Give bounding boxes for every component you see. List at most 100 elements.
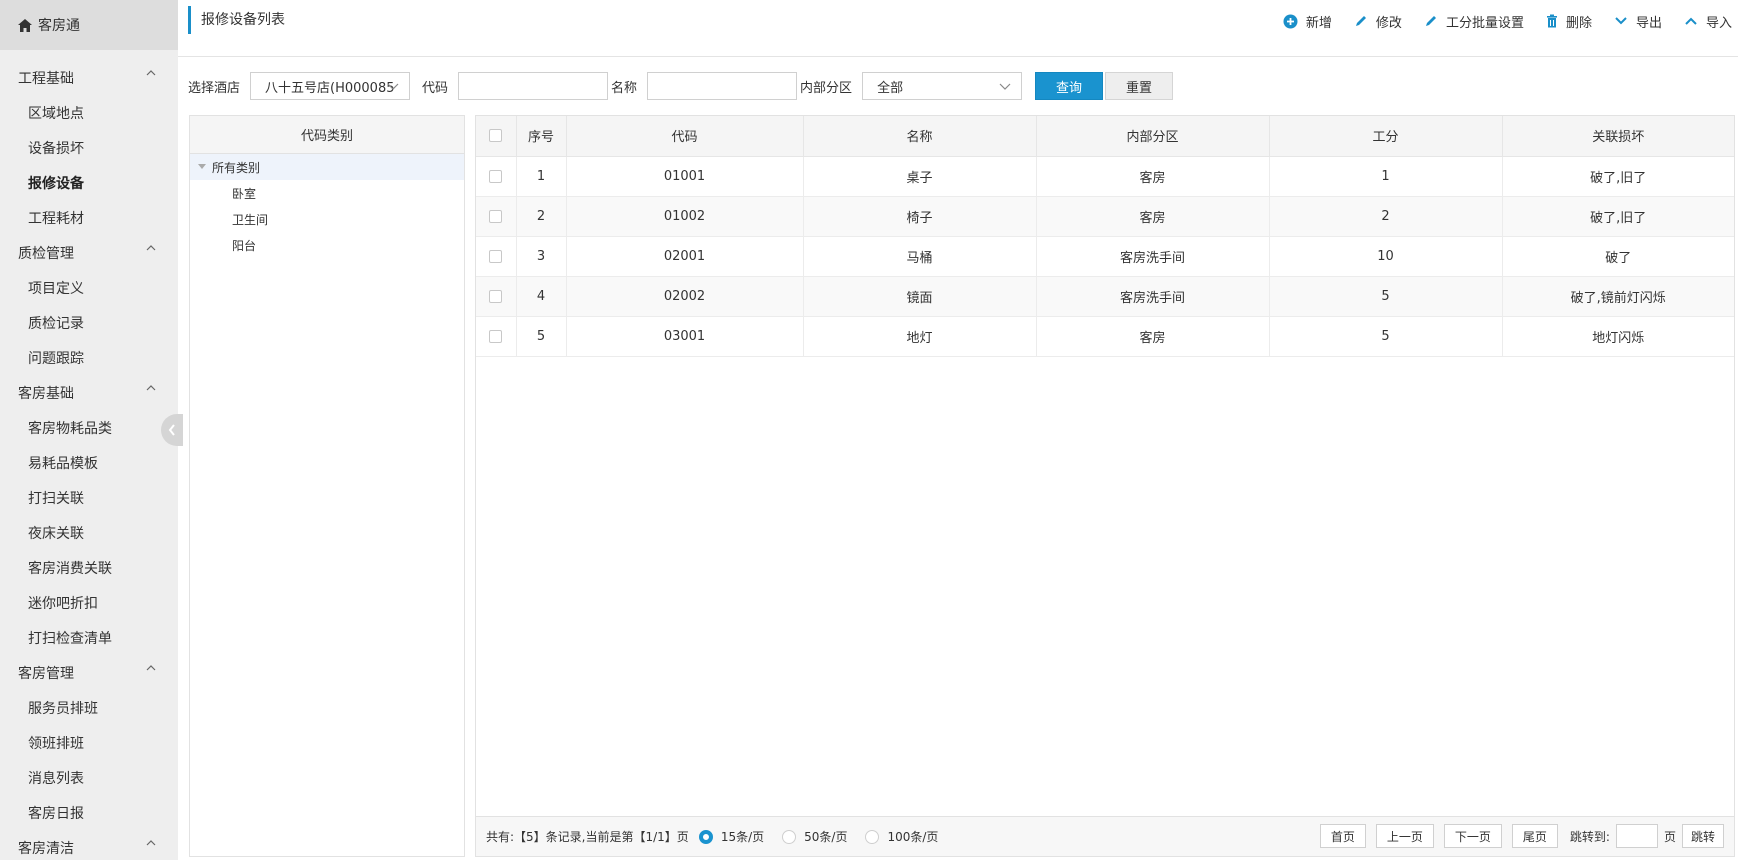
- column-header[interactable]: 工分: [1268, 116, 1503, 157]
- batch-points-button[interactable]: 工分批量设置: [1424, 10, 1524, 32]
- column-header[interactable]: 名称: [802, 116, 1037, 157]
- sidebar-group-room-basics[interactable]: 客房基础: [0, 375, 178, 410]
- export-button[interactable]: 导出: [1614, 10, 1662, 32]
- sidebar-item-repair-equipment[interactable]: 报修设备: [0, 165, 178, 200]
- tree-node-balcony[interactable]: 阳台: [190, 232, 464, 258]
- sidebar-item-supervisor-schedule[interactable]: 领班排班: [0, 725, 178, 760]
- name-label: 名称: [611, 80, 638, 96]
- table-row[interactable]: 5 03001 地灯 客房 5 地灯闪烁: [476, 315, 1734, 357]
- sidebar-item-quality-records[interactable]: 质检记录: [0, 305, 178, 340]
- page-size-radio-15[interactable]: [698, 829, 713, 844]
- select-all-checkbox[interactable]: [489, 129, 503, 143]
- sidebar-item-cleaning-checklist[interactable]: 打扫检查清单: [0, 620, 178, 655]
- sidebar-group-room-management[interactable]: 客房管理: [0, 655, 178, 690]
- sidebar-item-room-daily-report[interactable]: 客房日报: [0, 795, 178, 830]
- brand-title: 客房通: [38, 18, 80, 34]
- prev-page-button[interactable]: 上一页: [1375, 824, 1434, 848]
- first-page-button[interactable]: 首页: [1319, 824, 1366, 848]
- sidebar-item-room-supplies-category[interactable]: 客房物耗品类: [0, 410, 178, 445]
- table-cell: 客房洗手间: [1035, 275, 1270, 317]
- hotel-select[interactable]: 八十五号店(H000085: [250, 72, 411, 100]
- page-size-label[interactable]: 100条/页: [887, 828, 938, 845]
- hotel-select-value: 八十五号店(H000085: [265, 80, 395, 96]
- table-cell: 镜面: [802, 275, 1037, 317]
- edit-button[interactable]: 修改: [1354, 10, 1402, 32]
- page-size-radio-100[interactable]: [865, 829, 880, 844]
- sidebar-item-equipment-damage[interactable]: 设备损坏: [0, 130, 178, 165]
- page-size-radio-50[interactable]: [782, 829, 797, 844]
- table-cell: 2: [1268, 195, 1503, 237]
- import-button[interactable]: 导入: [1684, 10, 1732, 32]
- zone-label: 内部分区: [800, 80, 853, 96]
- row-select-cell[interactable]: [476, 275, 517, 317]
- sidebar-item-turndown-link[interactable]: 夜床关联: [0, 515, 178, 550]
- row-checkbox[interactable]: [489, 249, 503, 263]
- column-header[interactable]: 代码: [565, 116, 804, 157]
- edit-button-label: 修改: [1375, 15, 1402, 31]
- table-cell: 5: [1268, 275, 1503, 317]
- row-select-cell[interactable]: [476, 315, 517, 357]
- table-row[interactable]: 3 02001 马桶 客房洗手间 10 破了: [476, 235, 1734, 277]
- row-select-cell[interactable]: [476, 155, 517, 197]
- page-size-label[interactable]: 50条/页: [804, 828, 847, 845]
- home-icon: [18, 18, 32, 32]
- sidebar-item-issue-tracking[interactable]: 问题跟踪: [0, 340, 178, 375]
- reset-button[interactable]: 重置: [1105, 72, 1174, 100]
- sidebar-item-minibar-discount[interactable]: 迷你吧折扣: [0, 585, 178, 620]
- row-checkbox[interactable]: [489, 289, 503, 303]
- sidebar-item-project-definition[interactable]: 项目定义: [0, 270, 178, 305]
- last-page-button[interactable]: 尾页: [1511, 824, 1558, 848]
- row-checkbox[interactable]: [489, 329, 503, 343]
- sidebar-item-cleaning-link[interactable]: 打扫关联: [0, 480, 178, 515]
- table-cell: 4: [515, 275, 567, 317]
- table-cell: 地灯闪烁: [1501, 315, 1734, 357]
- sidebar-item-label: 客房消费关联: [28, 560, 112, 577]
- query-button[interactable]: 查询: [1035, 72, 1104, 100]
- sidebar-item-label: 消息列表: [28, 770, 84, 787]
- sidebar-item-consumables-template[interactable]: 易耗品模板: [0, 445, 178, 480]
- batch-points-button-label: 工分批量设置: [1445, 15, 1524, 31]
- tree-node-bathroom[interactable]: 卫生间: [190, 206, 464, 232]
- row-checkbox[interactable]: [489, 209, 503, 223]
- jump-label: 跳转到:: [1569, 829, 1610, 844]
- next-page-button[interactable]: 下一页: [1443, 824, 1502, 848]
- delete-button[interactable]: 删除: [1546, 10, 1592, 32]
- tree-node-bedroom[interactable]: 卧室: [190, 180, 464, 206]
- row-select-cell[interactable]: [476, 195, 517, 237]
- sidebar-group-quality[interactable]: 质检管理: [0, 235, 178, 270]
- sidebar-item-attendant-schedule[interactable]: 服务员排班: [0, 690, 178, 725]
- brand[interactable]: 客房通: [0, 0, 178, 50]
- tree-root-all-categories[interactable]: 所有类别: [190, 154, 464, 180]
- table-row[interactable]: 2 01002 椅子 客房 2 破了,旧了: [476, 195, 1734, 237]
- table-cell: 03001: [565, 315, 804, 357]
- sidebar-item-area-location[interactable]: 区域地点: [0, 95, 178, 130]
- sidebar-item-label: 项目定义: [28, 280, 84, 297]
- select-all-cell[interactable]: [476, 116, 517, 157]
- name-input[interactable]: [647, 72, 798, 100]
- table-row[interactable]: 4 02002 镜面 客房洗手间 5 破了,镜前灯闪烁: [476, 275, 1734, 317]
- add-button[interactable]: 新增: [1283, 10, 1332, 32]
- sidebar-item-message-list[interactable]: 消息列表: [0, 760, 178, 795]
- chevron-up-icon: [146, 245, 156, 251]
- page-size-label[interactable]: 15条/页: [721, 828, 764, 845]
- jump-button[interactable]: 跳转: [1681, 824, 1724, 848]
- sidebar-item-engineering-materials[interactable]: 工程耗材: [0, 200, 178, 235]
- sidebar-item-room-consumption-link[interactable]: 客房消费关联: [0, 550, 178, 585]
- column-header[interactable]: 序号: [515, 116, 567, 157]
- column-header[interactable]: 内部分区: [1035, 116, 1270, 157]
- column-header[interactable]: 关联损坏: [1501, 116, 1734, 157]
- sidebar-item-label: 服务员排班: [28, 700, 98, 717]
- sidebar-item-label: 客房物耗品类: [28, 420, 112, 437]
- table-cell: 马桶: [802, 235, 1037, 277]
- row-checkbox[interactable]: [489, 169, 503, 183]
- zone-select[interactable]: 全部: [862, 72, 1023, 100]
- row-select-cell[interactable]: [476, 235, 517, 277]
- add-button-label: 新增: [1305, 15, 1332, 31]
- table-row[interactable]: 1 01001 桌子 客房 1 破了,旧了: [476, 155, 1734, 197]
- table-cell: 10: [1268, 235, 1503, 277]
- sidebar-group-room-cleaning[interactable]: 客房清洁: [0, 830, 178, 860]
- sidebar-group-engineering[interactable]: 工程基础: [0, 60, 178, 95]
- sidebar-item-label: 夜床关联: [28, 525, 84, 542]
- code-input[interactable]: [458, 72, 609, 100]
- jump-page-input[interactable]: [1615, 824, 1658, 848]
